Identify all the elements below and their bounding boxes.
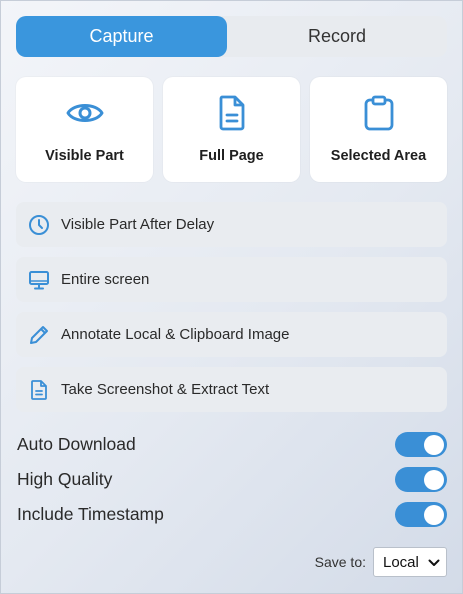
- toggle-knob: [424, 434, 444, 455]
- full-page-button[interactable]: Full Page: [163, 77, 300, 182]
- high-quality-setting: High Quality: [17, 462, 447, 497]
- selected-area-label: Selected Area: [330, 148, 427, 164]
- auto-download-label: Auto Download: [17, 434, 136, 454]
- capture-options: Visible Part After Delay Entire screen A…: [16, 202, 447, 422]
- visible-part-after-delay-button[interactable]: Visible Part After Delay: [16, 202, 447, 247]
- mode-tabs: Capture Record: [16, 16, 447, 57]
- capture-cards: Visible Part Full Page Selected Area: [16, 77, 447, 182]
- entire-screen-label: Entire screen: [61, 271, 150, 288]
- full-page-label: Full Page: [199, 148, 264, 164]
- extract-text-label: Take Screenshot & Extract Text: [61, 381, 270, 398]
- include-timestamp-setting: Include Timestamp: [17, 497, 447, 532]
- chevron-down-icon: [428, 554, 440, 571]
- visible-part-label: Visible Part: [45, 148, 124, 164]
- include-timestamp-label: Include Timestamp: [17, 504, 164, 524]
- text-document-icon: [27, 379, 51, 401]
- toggle-knob: [424, 504, 444, 525]
- visible-part-after-delay-label: Visible Part After Delay: [61, 216, 215, 233]
- tab-record[interactable]: Record: [227, 16, 447, 57]
- auto-download-toggle[interactable]: [395, 432, 447, 457]
- visible-part-button[interactable]: Visible Part: [16, 77, 153, 182]
- clock-icon: [27, 214, 51, 236]
- extract-text-button[interactable]: Take Screenshot & Extract Text: [16, 367, 447, 412]
- entire-screen-button[interactable]: Entire screen: [16, 257, 447, 302]
- save-location-select[interactable]: Local: [373, 547, 447, 577]
- eye-icon: [66, 94, 104, 132]
- settings-toggles: Auto Download High Quality Include Times…: [17, 427, 447, 532]
- toggle-knob: [424, 469, 444, 490]
- monitor-icon: [27, 269, 51, 291]
- save-location-value: Local: [383, 553, 419, 571]
- clipboard-icon: [363, 94, 395, 132]
- selected-area-button[interactable]: Selected Area: [310, 77, 447, 182]
- include-timestamp-toggle[interactable]: [395, 502, 447, 527]
- high-quality-toggle[interactable]: [395, 467, 447, 492]
- document-icon: [218, 94, 246, 132]
- high-quality-label: High Quality: [17, 469, 113, 489]
- auto-download-setting: Auto Download: [17, 427, 447, 462]
- pencil-icon: [27, 324, 51, 346]
- tab-capture[interactable]: Capture: [16, 16, 227, 57]
- annotate-image-label: Annotate Local & Clipboard Image: [61, 326, 290, 343]
- annotate-image-button[interactable]: Annotate Local & Clipboard Image: [16, 312, 447, 357]
- save-location: Save to: Local: [315, 547, 447, 577]
- save-to-label: Save to:: [314, 554, 366, 570]
